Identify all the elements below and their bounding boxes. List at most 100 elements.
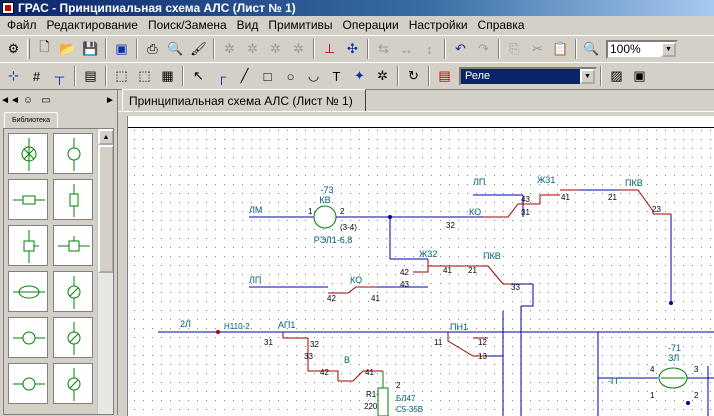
- menu-operations[interactable]: Операции: [338, 18, 404, 32]
- contact-zh31: [539, 194, 560, 204]
- flip-icon[interactable]: ✲: [265, 38, 287, 60]
- menu-edit[interactable]: Редактирование: [42, 18, 143, 32]
- menu-file[interactable]: Файл: [2, 18, 42, 32]
- vertical-space-icon[interactable]: ↕: [419, 38, 441, 60]
- grid-icon[interactable]: #: [26, 65, 48, 87]
- label-lp1: ЛП: [473, 177, 485, 187]
- library-symbol-relay-double[interactable]: [8, 271, 48, 312]
- label-zl: ЗЛ: [668, 353, 679, 363]
- label-n1: 1: [650, 391, 655, 400]
- library-symbol-resistor-h[interactable]: [8, 179, 48, 220]
- schematic-drawing: -73 КВ ЛМ 1 2 (3-4) РЭЛ1-6,8 ЛП Ж31 ПКВ …: [158, 175, 714, 416]
- cut-icon[interactable]: ✂: [527, 38, 549, 60]
- align-icon[interactable]: ⊥: [319, 38, 341, 60]
- label-lp2: ЛП: [249, 275, 261, 285]
- junction: [669, 301, 673, 305]
- chevron-down-icon[interactable]: ▼: [661, 41, 676, 57]
- scroll-up-icon[interactable]: ▲: [98, 129, 113, 145]
- label-n4: 4: [650, 365, 655, 374]
- label-n43a: 43: [521, 195, 530, 204]
- save-icon[interactable]: 💾: [80, 38, 102, 60]
- label-n2: 2: [396, 381, 401, 390]
- library-scrollbar[interactable]: ▲: [97, 129, 113, 414]
- layer-manager-icon[interactable]: ▣: [629, 65, 651, 87]
- library-symbol-fuse-v2[interactable]: [53, 317, 93, 358]
- distribute-icon[interactable]: ⇆: [373, 38, 395, 60]
- label-ap1: АП1: [278, 320, 295, 330]
- rotate-tool-icon[interactable]: ↻: [403, 65, 425, 87]
- pointer-icon[interactable]: ↖: [188, 65, 210, 87]
- zoom-select[interactable]: 100% ▼: [606, 39, 678, 59]
- circle-icon[interactable]: ○: [280, 65, 302, 87]
- library-symbol-lamp-h2[interactable]: [8, 363, 48, 404]
- zoom-icon[interactable]: 🔍: [581, 38, 603, 60]
- new-file-icon[interactable]: 🗋: [34, 38, 56, 60]
- library-symbol-lamp-h[interactable]: [8, 317, 48, 358]
- layers-icon[interactable]: ▤: [80, 65, 102, 87]
- label-zh31: Ж31: [537, 175, 555, 185]
- library-symbol-circle[interactable]: [53, 133, 93, 174]
- library-symbol-fuse-v3[interactable]: [53, 363, 93, 404]
- drawing-canvas[interactable]: -73 КВ ЛМ 1 2 (3-4) РЭЛ1-6,8 ЛП Ж31 ПКВ …: [127, 116, 714, 416]
- junction: [216, 330, 220, 334]
- layer-value: Реле: [465, 70, 491, 82]
- brush-icon[interactable]: 🖌: [188, 38, 210, 60]
- label-n21b: 21: [468, 266, 477, 275]
- node-icon[interactable]: ✣: [342, 38, 364, 60]
- redo-icon[interactable]: ↷: [473, 38, 495, 60]
- figure-icon[interactable]: ☺: [21, 93, 35, 107]
- undo-icon[interactable]: ↶: [450, 38, 472, 60]
- toolbar-separator: [74, 66, 76, 86]
- properties-icon[interactable]: ▣: [111, 38, 133, 60]
- chevron-down-icon[interactable]: ▼: [580, 68, 595, 84]
- layer-properties-icon[interactable]: ▨: [606, 65, 628, 87]
- window-title: ГРАС - Принципиальная схема АЛС (Лист № …: [18, 1, 296, 15]
- select-cross-icon[interactable]: ⬚: [134, 65, 156, 87]
- library-symbol-lamp[interactable]: [8, 133, 48, 174]
- junction-icon[interactable]: ✦: [349, 65, 371, 87]
- rotate-left-icon[interactable]: ✲: [219, 38, 241, 60]
- print-preview-icon[interactable]: 🔍: [165, 38, 187, 60]
- library-symbol-resistor-v[interactable]: [53, 179, 93, 220]
- menu-help[interactable]: Справка: [473, 18, 530, 32]
- numbering-icon[interactable]: ✲: [372, 65, 394, 87]
- snap-icon[interactable]: ⊹: [3, 65, 25, 87]
- library-tool-icon[interactable]: ⚙: [3, 38, 25, 60]
- menu-search-replace[interactable]: Поиск/Замена: [143, 18, 232, 32]
- label-2l: 2Л: [180, 319, 191, 329]
- menu-view[interactable]: Вид: [232, 18, 264, 32]
- rotate-right-icon[interactable]: ✲: [242, 38, 264, 60]
- label-n42a: 42: [400, 268, 409, 277]
- toolbar-grip[interactable]: [27, 39, 30, 59]
- arc-icon[interactable]: ◡: [303, 65, 325, 87]
- print-icon[interactable]: ⎙: [142, 38, 164, 60]
- polyline-icon[interactable]: ┌: [211, 65, 233, 87]
- library-symbol-coil-h[interactable]: [53, 225, 93, 266]
- library-symbol-coil-v[interactable]: [8, 225, 48, 266]
- rewind-icon[interactable]: ◄◄: [0, 93, 20, 107]
- open-folder-icon[interactable]: 📂: [57, 38, 79, 60]
- menu-primitives[interactable]: Примитивы: [263, 18, 337, 32]
- layer-color-icon[interactable]: ▦: [157, 65, 179, 87]
- page-icon[interactable]: ▭: [39, 93, 53, 107]
- text-icon[interactable]: T: [326, 65, 348, 87]
- layer-select[interactable]: Реле ▼: [459, 66, 597, 86]
- ortho-icon[interactable]: ┬: [49, 65, 71, 87]
- scroll-thumb[interactable]: [98, 145, 113, 273]
- toolbar-separator: [182, 66, 184, 86]
- select-area-icon[interactable]: ⬚: [111, 65, 133, 87]
- library-tab[interactable]: Библиотека: [4, 112, 58, 128]
- layer-list-icon[interactable]: ▤: [434, 65, 456, 87]
- paste-icon[interactable]: 📋: [550, 38, 572, 60]
- horizontal-space-icon[interactable]: ↔: [396, 38, 418, 60]
- library-symbol-fuse-v[interactable]: [53, 271, 93, 312]
- rectangle-icon[interactable]: □: [257, 65, 279, 87]
- copy-icon[interactable]: ⎘: [504, 38, 526, 60]
- library-panel: ◄◄ ☺ ▭ ► Библиотека ▲: [0, 90, 118, 415]
- document-tab[interactable]: Принципиальная схема АЛС (Лист № 1): [122, 89, 366, 111]
- wire: [328, 370, 339, 381]
- forward-icon[interactable]: ►: [103, 93, 117, 107]
- line-icon[interactable]: ╱: [234, 65, 256, 87]
- menu-settings[interactable]: Настройки: [404, 18, 473, 32]
- mirror-icon[interactable]: ✲: [288, 38, 310, 60]
